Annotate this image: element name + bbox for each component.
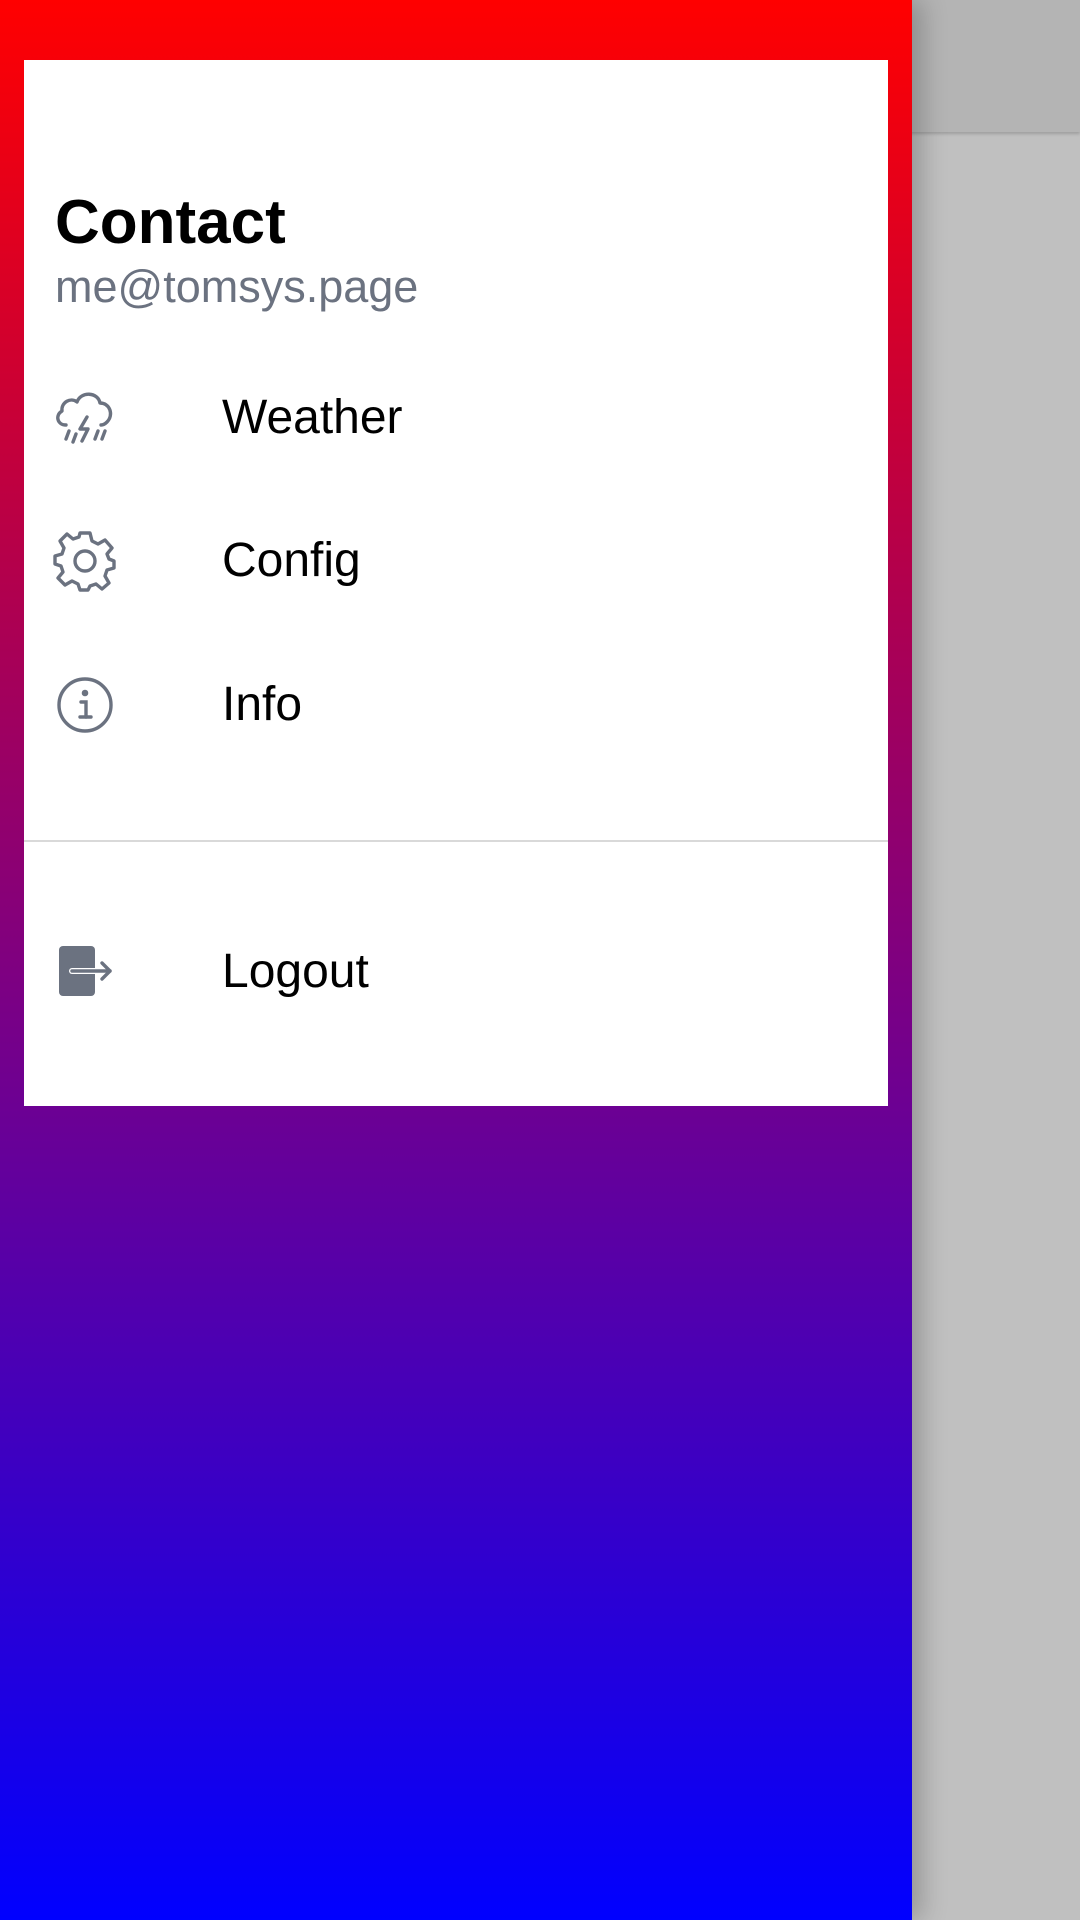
drawer-header-email: me@tomsys.page [55,261,419,312]
drawer-header-title: Contact [55,188,286,257]
drawer-divider [24,840,888,842]
screen: Contact me@tomsys.page Weather Config In… [0,0,1080,1920]
drawer-item-logout[interactable]: Logout [24,906,888,1036]
navigation-drawer: Contact me@tomsys.page Weather Config In… [0,0,912,1920]
drawer-item-config[interactable]: Config [24,495,888,625]
drawer-item-label: Logout [222,945,369,998]
drawer-item-info[interactable]: Info [24,639,888,769]
drawer-header: Contact me@tomsys.page [55,188,418,314]
drawer-card: Contact me@tomsys.page Weather Config In… [24,60,888,1106]
drawer-item-label: Config [222,534,361,587]
drawer-item-label: Info [222,678,303,731]
drawer-item-weather[interactable]: Weather [24,352,888,482]
cloud-lightning-rain-icon [52,385,118,451]
logout-icon [52,939,118,1005]
gear-icon [52,528,118,594]
drawer-item-label: Weather [222,391,403,444]
info-circle-icon [52,672,118,738]
